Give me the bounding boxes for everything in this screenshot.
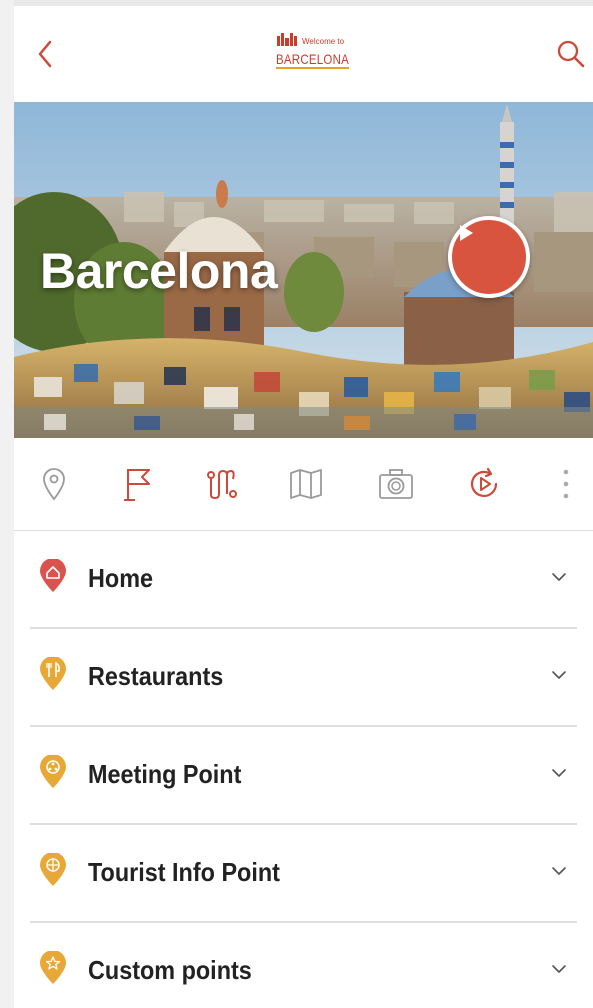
list-item-meeting-point[interactable]: Meeting Point (30, 727, 577, 825)
logo-welcome-text: Welcome to (302, 37, 345, 46)
chevron-left-icon (38, 40, 52, 68)
map-icon (290, 469, 322, 499)
toolbar-map-button[interactable] (286, 464, 326, 504)
category-toolbar (14, 438, 593, 531)
app-logo: Welcome to BARCELONA (276, 30, 356, 78)
flag-icon (124, 469, 150, 501)
chevron-down-icon (552, 867, 566, 875)
hero-banner: Barcelona (14, 102, 593, 438)
app-screen: Welcome to BARCELONA Barcelona Home Rest… (14, 0, 593, 1008)
back-button[interactable] (28, 34, 62, 74)
list-item-custom-points[interactable]: Custom points (30, 923, 577, 1008)
info-pin-icon (40, 853, 66, 886)
more-vertical-icon (563, 469, 569, 499)
location-pin-icon (43, 468, 65, 501)
hero-title: Barcelona (40, 243, 278, 299)
home-pin-icon (40, 559, 66, 592)
list-item-label: Custom points (88, 955, 252, 985)
list-item-label: Meeting Point (88, 759, 242, 789)
replay-icon (470, 467, 498, 497)
play-icon (460, 225, 473, 241)
chevron-down-icon (552, 965, 566, 973)
list-item-label: Home (88, 563, 154, 593)
toolbar-replay-button[interactable] (464, 464, 504, 504)
list-item-home[interactable]: Home (30, 531, 577, 629)
toolbar-more-button[interactable] (552, 464, 580, 504)
play-button[interactable] (448, 216, 530, 298)
app-header: Welcome to BARCELONA (14, 6, 593, 102)
toolbar-camera-button[interactable] (376, 464, 416, 504)
chevron-down-icon (552, 573, 566, 581)
toolbar-location-button[interactable] (34, 464, 74, 504)
list-item-label: Tourist Info Point (88, 857, 280, 887)
meeting-pin-icon (40, 755, 66, 788)
points-list: Home Restaurants Meeting Point Tourist I… (14, 531, 593, 1008)
search-button[interactable] (551, 34, 591, 74)
logo-city-text: BARCELONA (276, 51, 350, 69)
toolbar-route-button[interactable] (202, 464, 242, 504)
list-item-tourist-info-point[interactable]: Tourist Info Point (30, 825, 577, 923)
route-icon (207, 469, 237, 500)
restaurant-pin-icon (40, 657, 66, 690)
search-icon (557, 40, 585, 68)
list-item-restaurants[interactable]: Restaurants (30, 629, 577, 727)
list-item-label: Restaurants (88, 661, 224, 691)
toolbar-flag-button[interactable] (118, 464, 158, 504)
chevron-down-icon (552, 769, 566, 777)
chevron-down-icon (552, 671, 566, 679)
cathedral-logo-icon (277, 33, 297, 46)
camera-icon (379, 469, 413, 499)
star-pin-icon (40, 951, 66, 984)
